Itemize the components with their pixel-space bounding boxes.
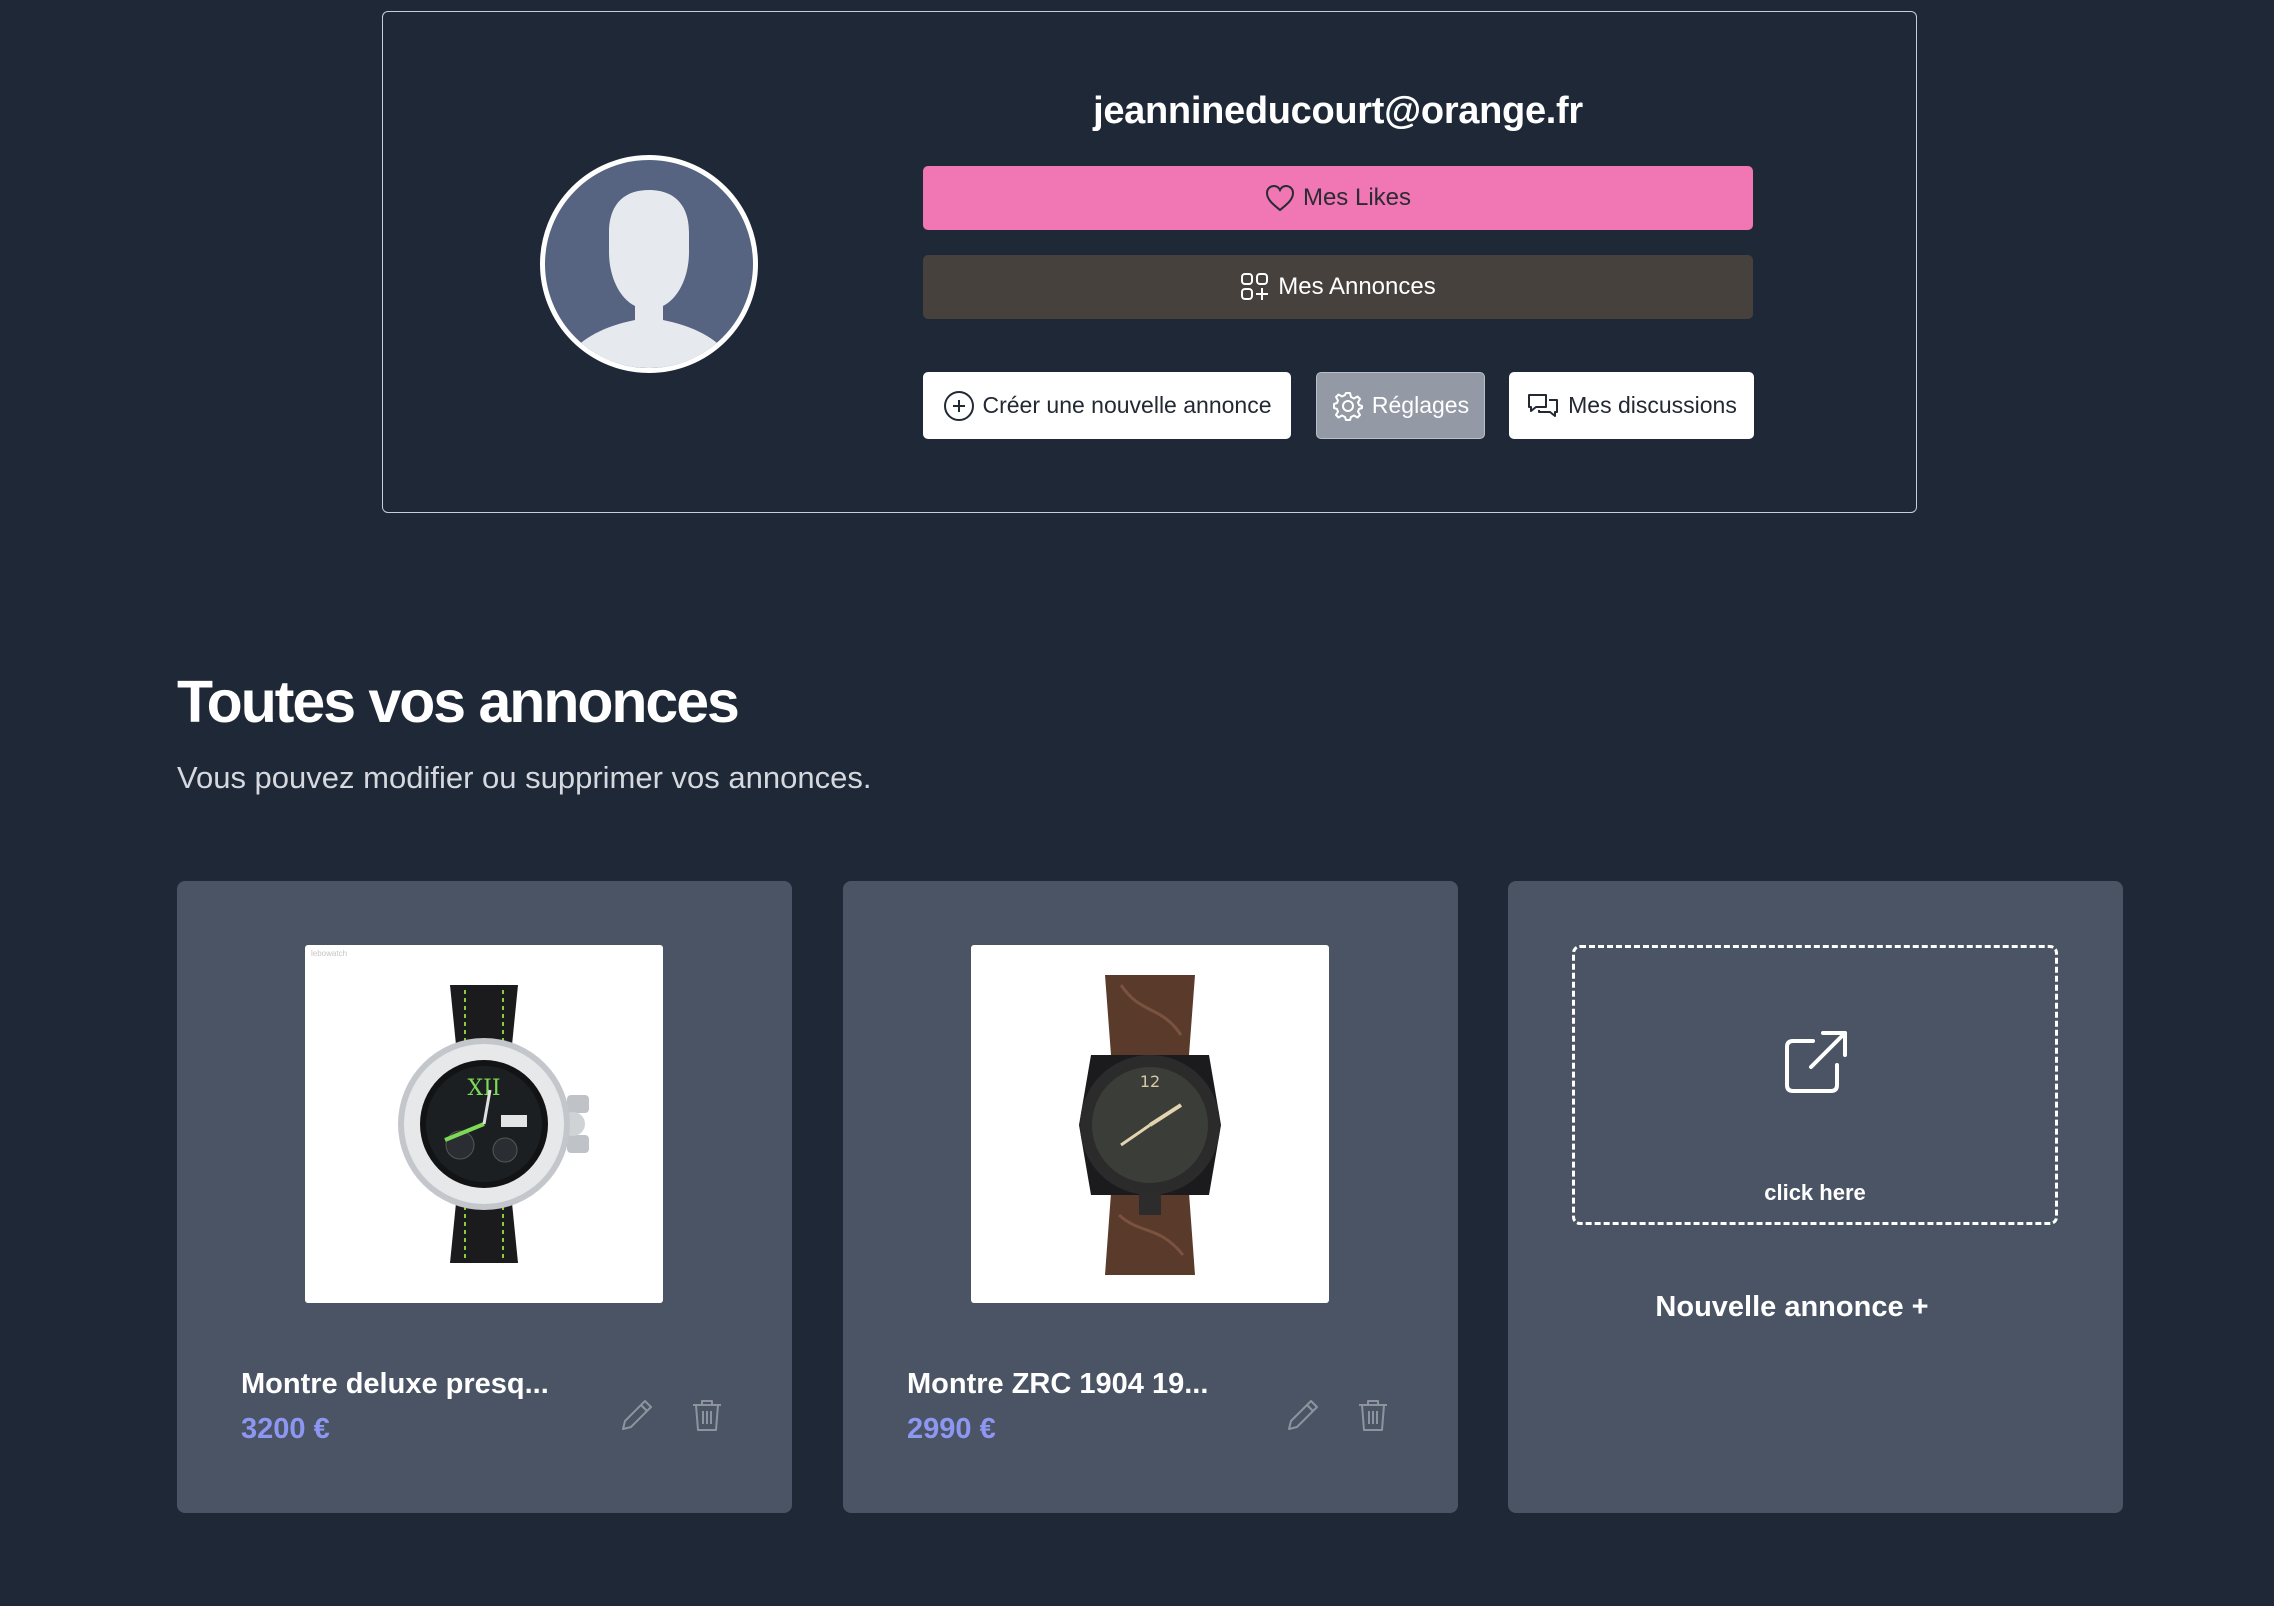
watch-leather-strap-image: 12 (1079, 975, 1221, 1275)
listing-card: 12 Montre ZRC 1904 19... 2990 € (843, 881, 1458, 1513)
avatar (540, 155, 758, 373)
listing-title[interactable]: Montre deluxe presq... (241, 1368, 549, 1401)
delete-listing-button[interactable] (685, 1393, 729, 1437)
plus-circle-icon (943, 390, 975, 422)
new-listing-dropzone[interactable]: click here (1572, 945, 2058, 1225)
delete-listing-button[interactable] (1351, 1393, 1395, 1437)
new-listing-link[interactable]: Nouvelle annonce + (1508, 1291, 2076, 1324)
pencil-icon (1285, 1397, 1321, 1433)
new-listing-card: click here Nouvelle annonce + (1508, 881, 2123, 1513)
settings-button[interactable]: Réglages (1316, 372, 1485, 439)
my-likes-label: Mes Likes (1302, 184, 1412, 211)
gear-icon (1332, 390, 1364, 422)
grid-plus-icon (1240, 272, 1270, 302)
discussions-button[interactable]: Mes discussions (1509, 372, 1754, 439)
trash-icon (690, 1397, 724, 1433)
listing-image[interactable]: 12 (971, 945, 1329, 1303)
svg-text:12: 12 (1140, 1072, 1160, 1091)
create-listing-button[interactable]: Créer une nouvelle annonce (923, 372, 1291, 439)
listing-image[interactable]: lebowatch XII (305, 945, 663, 1303)
svg-text:XII: XII (467, 1076, 500, 1101)
create-listing-label: Créer une nouvelle annonce (982, 392, 1272, 418)
trash-icon (1356, 1397, 1390, 1433)
edit-listing-button[interactable] (1281, 1393, 1325, 1437)
heart-icon (1265, 184, 1295, 212)
discussions-label: Mes discussions (1568, 392, 1737, 418)
user-email: jeannineducourt@orange.fr (1093, 90, 1583, 132)
page-title: Toutes vos annonces (177, 669, 740, 735)
watch-chronograph-image: XII (398, 985, 589, 1263)
dropzone-label: click here (1764, 1180, 1866, 1205)
image-watermark: lebowatch (311, 949, 348, 958)
my-likes-button[interactable]: Mes Likes (923, 166, 1753, 230)
profile-card: jeannineducourt@orange.fr Mes Likes Mes … (382, 11, 1917, 513)
listing-price: 2990 € (907, 1413, 996, 1445)
chat-bubbles-icon (1526, 391, 1560, 421)
my-listings-label: Mes Annonces (1278, 273, 1436, 300)
settings-label: Réglages (1371, 392, 1470, 418)
edit-listing-button[interactable] (615, 1393, 659, 1437)
listing-price: 3200 € (241, 1413, 330, 1445)
external-link-icon (1783, 1029, 1849, 1095)
listing-title[interactable]: Montre ZRC 1904 19... (907, 1368, 1208, 1401)
listing-card: lebowatch XII Montre deluxe presq... 320… (177, 881, 792, 1513)
pencil-icon (619, 1397, 655, 1433)
page-subtitle: Vous pouvez modifier ou supprimer vos an… (177, 760, 872, 795)
my-listings-button[interactable]: Mes Annonces (923, 255, 1753, 319)
